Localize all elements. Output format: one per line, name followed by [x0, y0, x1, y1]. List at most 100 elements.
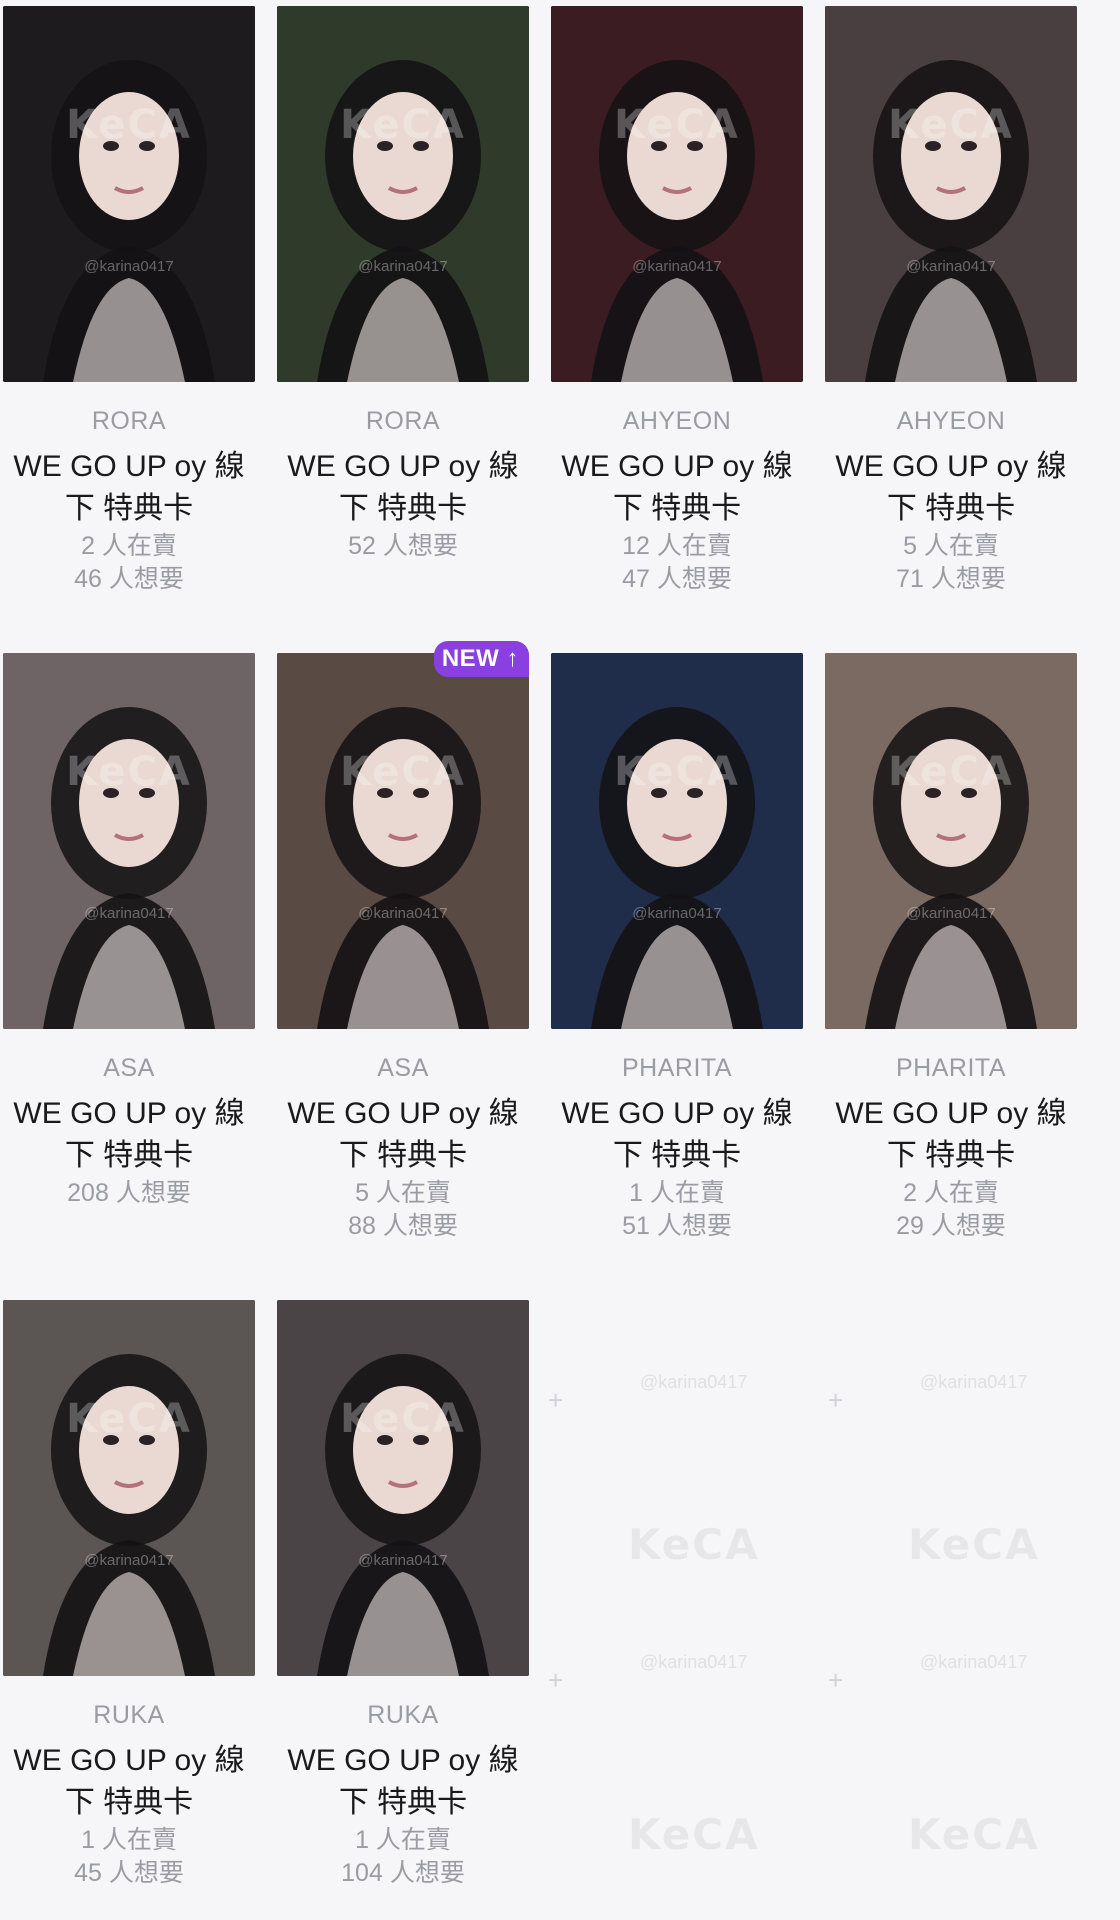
- photocard-grid: KeCA KeCA KeCA KeCA @karina0417 @karina0…: [0, 0, 1120, 1920]
- portrait-illustration: [3, 1300, 255, 1676]
- want-count: 208 人想要: [67, 1179, 191, 1207]
- card-title-line: 下 特典卡: [338, 1786, 468, 1819]
- photocard-item[interactable]: KeCA @karina0417 ASA WE GO UP oy 線下 特典卡 208 …: [3, 653, 255, 1210]
- photocard-item[interactable]: KeCA @karina0417 AHYEON WE GO UP oy 線下 特典卡 5…: [825, 6, 1077, 596]
- seller-count: 12 人在賣: [622, 532, 732, 560]
- card-title[interactable]: WE GO UP oy 線下 特典卡: [277, 1093, 529, 1177]
- want-count: 29 人想要: [896, 1212, 1006, 1240]
- card-title[interactable]: WE GO UP oy 線下 特典卡: [3, 1740, 255, 1824]
- photocard-item[interactable]: KeCA @karina0417 PHARITA WE GO UP oy 線下 特典卡…: [551, 653, 803, 1243]
- card-title[interactable]: WE GO UP oy 線下 特典卡: [3, 1093, 255, 1177]
- background-handle: @karina0417: [640, 1652, 748, 1672]
- card-title-line: WE GO UP oy 線: [835, 1097, 1067, 1130]
- seller-count: 1 人在賣: [355, 1826, 451, 1854]
- background-watermark: KeCA: [908, 1520, 1040, 1569]
- photocard-image[interactable]: KeCA @karina0417: [825, 6, 1077, 382]
- background-handle: @karina0417: [920, 1652, 1028, 1672]
- member-name: AHYEON: [622, 407, 732, 435]
- card-title-line: WE GO UP oy 線: [287, 1744, 519, 1777]
- want-count: 52 人想要: [348, 532, 458, 560]
- member-name: ASA: [377, 1054, 429, 1082]
- card-title-line: 下 特典卡: [64, 1139, 194, 1172]
- card-title-line: WE GO UP oy 線: [561, 1097, 793, 1130]
- card-title-line: 下 特典卡: [338, 492, 468, 525]
- card-title-line: 下 特典卡: [612, 1139, 742, 1172]
- seller-count: 2 人在賣: [903, 1179, 999, 1207]
- card-title-line: 下 特典卡: [64, 1786, 194, 1819]
- photocard-item[interactable]: KeCA @karina0417 RORA WE GO UP oy 線下 特典卡 2 人…: [3, 6, 255, 596]
- card-title[interactable]: WE GO UP oy 線下 特典卡: [825, 446, 1077, 530]
- background-handle: @karina0417: [640, 1372, 748, 1392]
- portrait-illustration: [3, 653, 255, 1029]
- portrait-illustration: [277, 653, 529, 1029]
- plus-mark-icon: +: [828, 1665, 844, 1695]
- handle-watermark: @karina0417: [84, 1552, 174, 1569]
- member-name: PHARITA: [896, 1054, 1006, 1082]
- photocard-item[interactable]: KeCA @karina0417 PHARITA WE GO UP oy 線下 特典卡…: [825, 653, 1077, 1243]
- seller-count: 2 人在賣: [81, 532, 177, 560]
- want-count: 104 人想要: [341, 1859, 465, 1887]
- seller-count: 1 人在賣: [81, 1826, 177, 1854]
- handle-watermark: @karina0417: [84, 905, 174, 922]
- card-title-line: 下 特典卡: [338, 1139, 468, 1172]
- photocard-image[interactable]: KeCA @karina0417: [551, 6, 803, 382]
- want-count: 71 人想要: [896, 565, 1006, 593]
- new-badge: NEW ↑: [433, 641, 529, 677]
- photocard-image[interactable]: KeCA @karina0417: [277, 653, 529, 1029]
- photocard-image[interactable]: KeCA @karina0417: [551, 653, 803, 1029]
- photocard-image[interactable]: KeCA @karina0417: [3, 653, 255, 1029]
- card-title-line: 下 特典卡: [612, 492, 742, 525]
- member-name: RORA: [365, 407, 441, 435]
- seller-count: 5 人在賣: [355, 1179, 451, 1207]
- handle-watermark: @karina0417: [84, 258, 174, 275]
- member-name: RUKA: [367, 1701, 439, 1729]
- photocard-image[interactable]: KeCA @karina0417: [3, 6, 255, 382]
- photocard-image[interactable]: KeCA @karina0417: [277, 6, 529, 382]
- card-title[interactable]: WE GO UP oy 線下 特典卡: [551, 446, 803, 530]
- card-title-line: WE GO UP oy 線: [835, 450, 1067, 483]
- card-title-line: 下 特典卡: [886, 1139, 1016, 1172]
- member-name: RORA: [91, 407, 167, 435]
- handle-watermark: @karina0417: [632, 258, 722, 275]
- portrait-illustration: [825, 6, 1077, 382]
- member-name: AHYEON: [896, 407, 1006, 435]
- member-name: PHARITA: [622, 1054, 732, 1082]
- want-count: 45 人想要: [74, 1859, 184, 1887]
- photocard-item[interactable]: KeCA @karina0417 RORA WE GO UP oy 線下 特典卡 52 …: [277, 6, 529, 563]
- photocard-item[interactable]: KeCA @karina0417 RUKA WE GO UP oy 線下 特典卡 1 人…: [3, 1300, 255, 1890]
- card-title-line: WE GO UP oy 線: [561, 450, 793, 483]
- photocard-item[interactable]: KeCA @karina0417 NEW ↑ ASA WE GO UP oy 線下 特典…: [277, 641, 529, 1243]
- member-name: RUKA: [93, 1701, 165, 1729]
- photocard-item[interactable]: KeCA @karina0417 RUKA WE GO UP oy 線下 特典卡 1 人…: [277, 1300, 529, 1890]
- card-title-line: WE GO UP oy 線: [13, 450, 245, 483]
- handle-watermark: @karina0417: [906, 905, 996, 922]
- card-title-line: 下 特典卡: [64, 492, 194, 525]
- photocard-image[interactable]: KeCA @karina0417: [277, 1300, 529, 1676]
- card-title[interactable]: WE GO UP oy 線下 特典卡: [277, 446, 529, 530]
- seller-count: 1 人在賣: [629, 1179, 725, 1207]
- want-count: 88 人想要: [348, 1212, 458, 1240]
- portrait-illustration: [3, 6, 255, 382]
- handle-watermark: @karina0417: [358, 258, 448, 275]
- card-title[interactable]: WE GO UP oy 線下 特典卡: [3, 446, 255, 530]
- card-title[interactable]: WE GO UP oy 線下 特典卡: [825, 1093, 1077, 1177]
- card-title-line: WE GO UP oy 線: [287, 1097, 519, 1130]
- card-title[interactable]: WE GO UP oy 線下 特典卡: [277, 1740, 529, 1824]
- want-count: 47 人想要: [622, 565, 732, 593]
- want-count: 51 人想要: [622, 1212, 732, 1240]
- card-title-line: 下 特典卡: [886, 492, 1016, 525]
- background-watermark: KeCA: [628, 1520, 760, 1569]
- photocard-item[interactable]: KeCA @karina0417 AHYEON WE GO UP oy 線下 特典卡 1…: [551, 6, 803, 596]
- background-watermark: KeCA: [628, 1810, 760, 1859]
- card-title[interactable]: WE GO UP oy 線下 特典卡: [551, 1093, 803, 1177]
- plus-mark-icon: +: [548, 1665, 564, 1695]
- handle-watermark: @karina0417: [358, 1552, 448, 1569]
- photocard-image[interactable]: KeCA @karina0417: [825, 653, 1077, 1029]
- portrait-illustration: [277, 1300, 529, 1676]
- photocard-image[interactable]: KeCA @karina0417: [3, 1300, 255, 1676]
- card-title-line: WE GO UP oy 線: [287, 450, 519, 483]
- portrait-illustration: [551, 653, 803, 1029]
- plus-mark-icon: +: [548, 1385, 564, 1415]
- card-title-line: WE GO UP oy 線: [13, 1097, 245, 1130]
- plus-mark-icon: +: [828, 1385, 844, 1415]
